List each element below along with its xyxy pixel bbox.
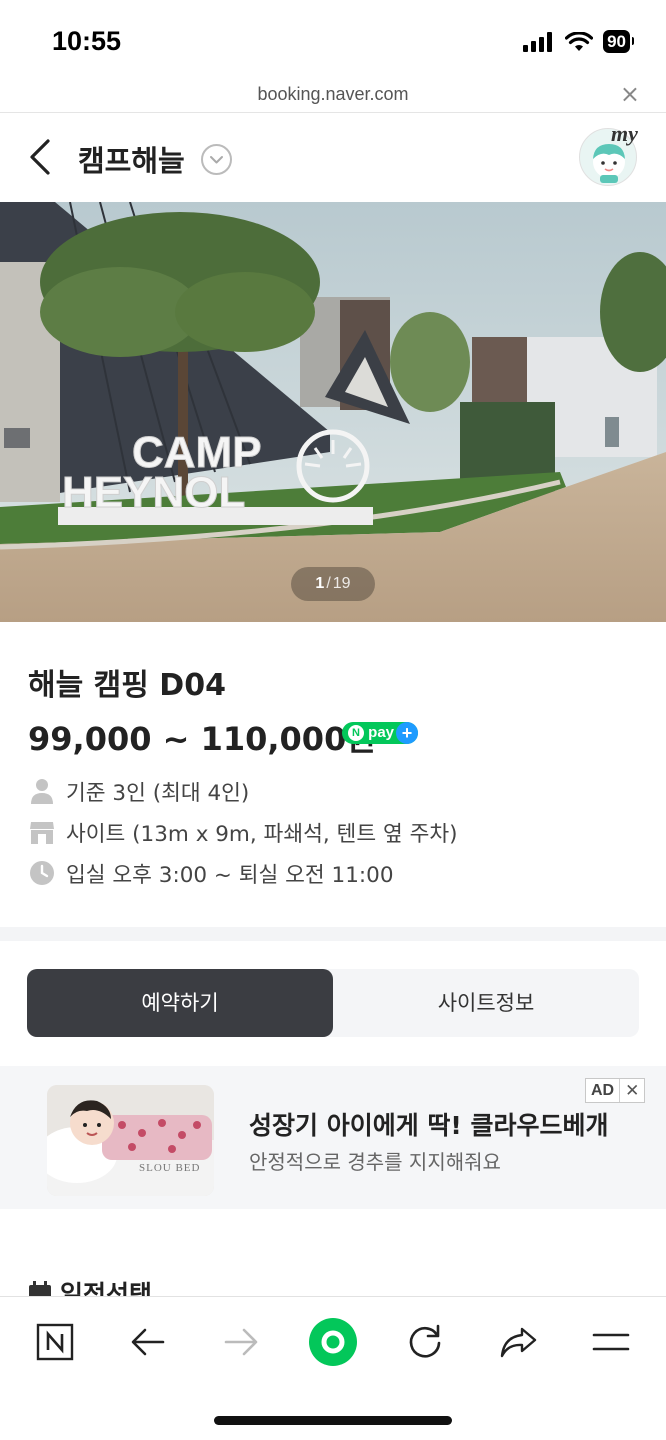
tab-site-info[interactable]: 사이트정보 (333, 969, 639, 1037)
info-time: 입실 오후 3:00 ~ 퇴실 오전 11:00 (28, 858, 394, 888)
price-range: 99,000 ~ 110,000원 (28, 720, 376, 758)
photo-counter-total: 19 (332, 575, 351, 592)
campsite-photo: CAMP HEYNOL (0, 202, 666, 622)
status-bar: 10:55 90 (0, 0, 666, 80)
hero-photo[interactable]: CAMP HEYNOL 1/19 (0, 202, 666, 622)
photo-counter-current: 1 (315, 575, 325, 592)
tab-bar: 예약하기 사이트정보 (27, 969, 639, 1037)
npay-label: pay (368, 724, 395, 741)
site-text: 사이트 (13m x 9m, 파쇄석, 텐트 옆 주차) (66, 821, 458, 847)
person-icon (28, 777, 56, 805)
forward-arrow-icon[interactable] (213, 1317, 269, 1367)
signal-icon (523, 31, 553, 52)
ad-close-icon[interactable]: ✕ (620, 1079, 644, 1102)
photo-counter-separator: / (326, 575, 331, 592)
plus-icon: + (396, 722, 418, 744)
product-name: 해늘 캠핑 D04 (28, 668, 226, 703)
status-icons: 90 (523, 30, 634, 53)
battery-indicator: 90 (603, 30, 634, 53)
refresh-icon[interactable] (397, 1317, 453, 1367)
photo-counter: 1/19 (291, 567, 375, 601)
menu-icon[interactable] (583, 1317, 639, 1367)
section-divider (0, 927, 666, 941)
page-title[interactable]: 캠프해늘 (78, 138, 185, 180)
ad-subtext[interactable]: 안정적으로 경추를 지지해줘요 (249, 1146, 501, 1175)
tab-reserve[interactable]: 예약하기 (27, 969, 333, 1037)
checkin-time-text: 입실 오후 3:00 ~ 퇴실 오전 11:00 (66, 862, 394, 888)
store-icon (28, 818, 56, 846)
ad-label: AD (586, 1079, 621, 1102)
url-bar[interactable]: booking.naver.com × (0, 80, 666, 113)
naver-n-icon[interactable] (27, 1317, 83, 1367)
home-indicator[interactable] (214, 1416, 452, 1425)
sign-heynol-text: HEYNOL (62, 468, 245, 517)
url-text[interactable]: booking.naver.com (0, 84, 666, 105)
ad-banner[interactable]: SLOU BED 성장기 아이에게 딱! 클라우드베개 안정적으로 경추를 지지… (0, 1066, 666, 1209)
ad-badge[interactable]: AD ✕ (585, 1078, 646, 1103)
wifi-icon (565, 31, 594, 51)
back-arrow-icon[interactable] (120, 1317, 176, 1367)
clock-icon (28, 859, 56, 887)
status-time: 10:55 (52, 26, 122, 56)
back-chevron-icon[interactable] (24, 135, 60, 179)
page-header: 캠프해늘 my (0, 113, 666, 202)
close-icon[interactable]: × (620, 80, 640, 108)
info-site: 사이트 (13m x 9m, 파쇄석, 텐트 옆 주차) (28, 817, 458, 847)
product-info: 해늘 캠핑 D04 99,000 ~ 110,000원 N pay + 기준 3… (0, 622, 666, 927)
ad-headline[interactable]: 성장기 아이에게 딱! 클라우드베개 (249, 1106, 609, 1142)
share-icon[interactable] (490, 1317, 546, 1367)
green-dot-icon[interactable] (305, 1317, 361, 1367)
chevron-down-icon[interactable] (201, 144, 232, 175)
naver-n-badge-icon: N (348, 725, 364, 741)
capacity-text: 기준 3인 (최대 4인) (66, 780, 250, 806)
info-capacity: 기준 3인 (최대 4인) (28, 776, 249, 806)
npay-badge: N pay + (342, 722, 418, 744)
my-label[interactable]: my (611, 121, 638, 147)
ad-image[interactable]: SLOU BED (47, 1085, 214, 1196)
ad-image-brand: SLOU BED (139, 1162, 200, 1174)
